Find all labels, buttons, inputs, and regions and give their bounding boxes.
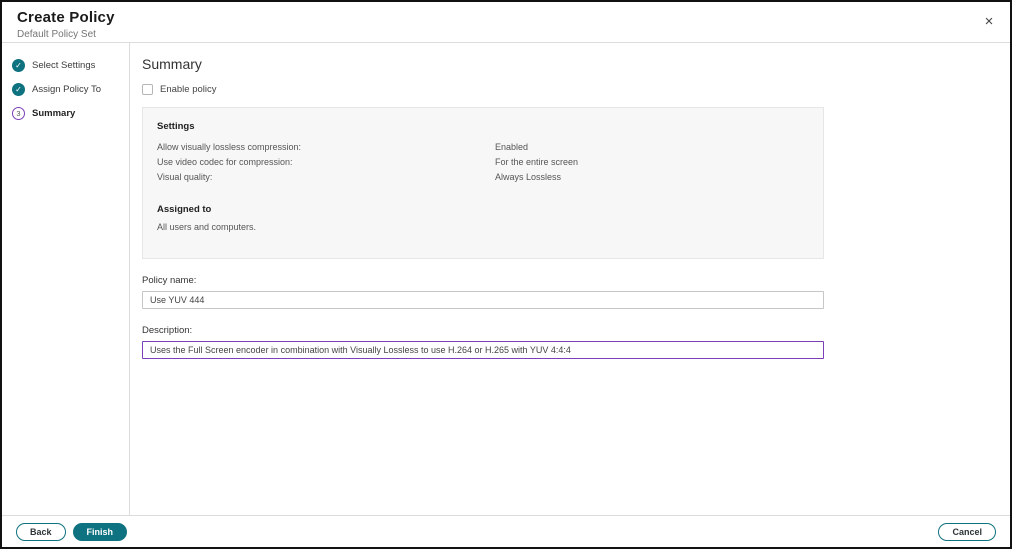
summary-heading: Summary: [142, 56, 202, 72]
setting-value: For the entire screen: [495, 156, 579, 167]
step-number-icon: 3: [12, 106, 25, 120]
enable-policy-checkbox[interactable]: [142, 84, 153, 95]
close-icon[interactable]: ×: [980, 13, 998, 31]
description-label: Description:: [142, 325, 193, 336]
main-panel: Summary Enable policy Settings Allow vis…: [130, 43, 1010, 518]
step-select-settings[interactable]: ✓ Select Settings: [12, 58, 121, 72]
step-label: Summary: [32, 107, 76, 119]
setting-row: Allow visually lossless compression: Ena…: [157, 139, 809, 154]
step-label: Select Settings: [32, 59, 96, 71]
enable-policy-label: Enable policy: [160, 84, 217, 95]
summary-panel: Settings Allow visually lossless compres…: [142, 107, 824, 259]
dialog-body: ✓ Select Settings ✓ Assign Policy To 3 S…: [2, 43, 1010, 518]
assigned-to-heading: Assigned to: [157, 204, 212, 215]
setting-label: Allow visually lossless compression:: [157, 141, 302, 152]
finish-button[interactable]: Finish: [72, 522, 128, 541]
policy-name-input[interactable]: [142, 291, 824, 309]
setting-label: Use video codec for compression:: [157, 156, 293, 167]
description-input[interactable]: [142, 341, 824, 359]
setting-row: Use video codec for compression: For the…: [157, 154, 809, 169]
create-policy-dialog: Create Policy Default Policy Set × ✓ Sel…: [0, 0, 1012, 549]
description-field-group: Description:: [142, 325, 824, 359]
step-summary[interactable]: 3 Summary: [12, 106, 121, 120]
policy-name-field-group: Policy name:: [142, 275, 824, 309]
check-icon: ✓: [12, 82, 25, 96]
dialog-header: Create Policy Default Policy Set ×: [2, 2, 1010, 43]
setting-label: Visual quality:: [157, 171, 213, 182]
step-assign-policy-to[interactable]: ✓ Assign Policy To: [12, 82, 121, 96]
settings-heading: Settings: [157, 121, 195, 132]
dialog-footer: Back Finish Cancel: [2, 515, 1010, 547]
cancel-button[interactable]: Cancel: [938, 522, 996, 541]
policy-name-label: Policy name:: [142, 275, 197, 286]
setting-row: Visual quality: Always Lossless: [157, 169, 809, 184]
assigned-to-block: Assigned to All users and computers.: [157, 204, 809, 232]
setting-value: Enabled: [495, 141, 529, 152]
page-title: Create Policy: [17, 9, 115, 26]
step-label: Assign Policy To: [32, 83, 101, 95]
enable-policy-row: Enable policy: [142, 84, 824, 95]
assigned-to-value: All users and computers.: [157, 222, 257, 232]
page-subtitle: Default Policy Set: [17, 29, 96, 40]
wizard-stepper: ✓ Select Settings ✓ Assign Policy To 3 S…: [2, 43, 130, 518]
back-button[interactable]: Back: [16, 522, 66, 541]
check-icon: ✓: [12, 58, 25, 72]
setting-value: Always Lossless: [495, 171, 562, 182]
